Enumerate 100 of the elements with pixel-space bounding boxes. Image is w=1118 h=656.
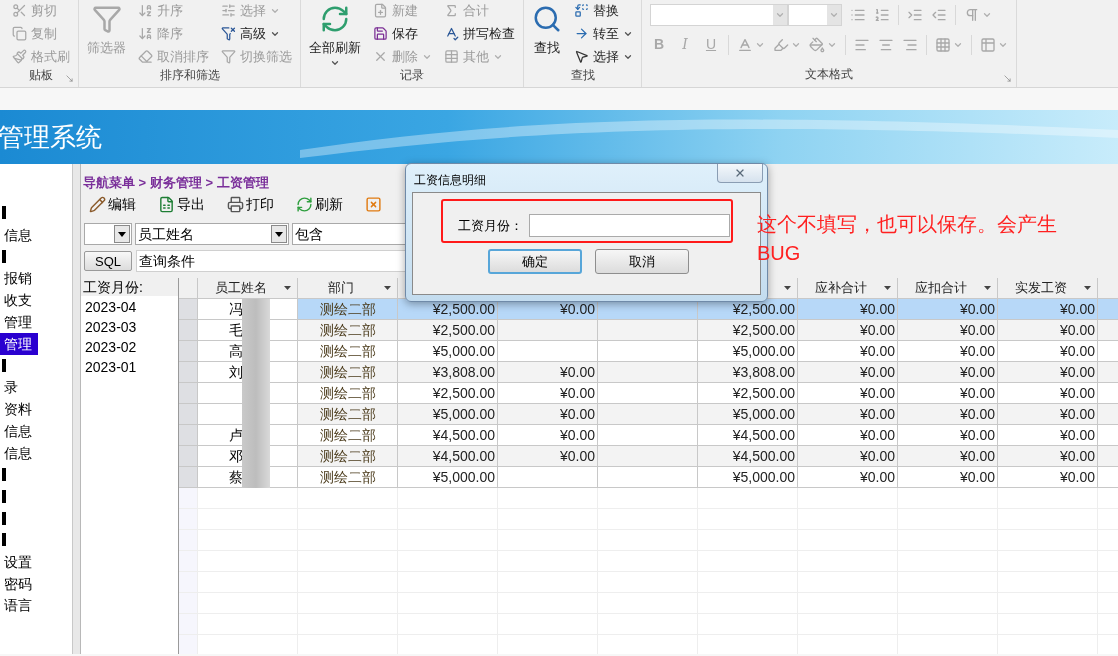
format-tool-icon[interactable] bbox=[980, 36, 996, 53]
toolbar-button[interactable]: 导出 bbox=[158, 194, 205, 215]
row-header[interactable] bbox=[179, 362, 198, 382]
sidebar-item[interactable]: 资料 bbox=[0, 398, 38, 420]
sidebar-item[interactable]: 收支 bbox=[0, 289, 38, 311]
dialog-launcher-icon[interactable] bbox=[1003, 74, 1012, 83]
dropdown-arrow-icon bbox=[118, 231, 126, 237]
sidebar-item[interactable]: 密码 bbox=[0, 572, 38, 595]
ribbon-button[interactable]: 拼写检查 bbox=[444, 23, 515, 44]
ribbon-button-icon bbox=[444, 26, 459, 41]
table-cell: 测绘二部 bbox=[298, 383, 398, 403]
toolbar-button[interactable]: 打印 bbox=[227, 194, 274, 215]
table-cell: ¥0.00 bbox=[898, 341, 998, 361]
ribbon-button[interactable]: 替换 bbox=[574, 0, 633, 21]
row-header[interactable] bbox=[179, 320, 198, 340]
ribbon-button[interactable]: 选择 bbox=[574, 46, 633, 67]
sidebar-item[interactable]: 管理 bbox=[0, 332, 38, 355]
ribbon-large-button[interactable]: 查找 bbox=[532, 0, 562, 58]
table-row[interactable]: 毛 测绘二部 ¥2,500.00 ¥2,500.00 ¥0.00 ¥0.00 ¥0.00 bbox=[179, 320, 1118, 341]
sidebar-item[interactable]: 语言 bbox=[0, 594, 38, 617]
month-item[interactable]: 2023-02 bbox=[85, 337, 178, 357]
format-tool-icon[interactable] bbox=[737, 36, 753, 53]
close-button[interactable] bbox=[717, 164, 763, 183]
table-cell: ¥3,808.00 bbox=[398, 362, 498, 382]
row-header[interactable] bbox=[179, 341, 198, 361]
ribbon-button-icon bbox=[574, 3, 589, 18]
table-row[interactable]: 测绘二部 ¥5,000.00 ¥0.00 ¥5,000.00 ¥0.00 ¥0.00 ¥0.00 bbox=[179, 404, 1118, 425]
table-cell: ¥4,500.00 bbox=[398, 425, 498, 445]
ribbon-group-label: 贴板 bbox=[29, 67, 53, 84]
table-cell: ¥0.00 bbox=[798, 299, 898, 319]
ribbon-large-button[interactable]: 全部刷新 bbox=[309, 0, 361, 68]
format-tool-icon[interactable] bbox=[809, 36, 825, 53]
toolbar-icon bbox=[296, 196, 313, 213]
column-header[interactable]: 应扣合计 bbox=[898, 278, 998, 298]
ribbon-button-icon bbox=[12, 26, 27, 41]
toolbar-button[interactable] bbox=[365, 196, 382, 213]
sidebar-item[interactable]: 信息 bbox=[0, 441, 38, 464]
table-cell: ¥0.00 bbox=[798, 341, 898, 361]
row-header[interactable] bbox=[179, 404, 198, 424]
font-select[interactable] bbox=[650, 4, 788, 26]
sql-button[interactable]: SQL bbox=[84, 251, 132, 271]
table-cell: ¥4,500.00 bbox=[698, 425, 798, 445]
month-item[interactable]: 2023-03 bbox=[85, 317, 178, 337]
table-cell: ¥3,808.00 bbox=[698, 362, 798, 382]
table-row[interactable]: 测绘二部 ¥2,500.00 ¥0.00 ¥2,500.00 ¥0.00 ¥0.00 ¥0.00 bbox=[179, 383, 1118, 404]
column-header[interactable]: 实发工资 bbox=[998, 278, 1098, 298]
clipped-glyph-icon bbox=[2, 533, 6, 547]
close-icon bbox=[365, 196, 382, 213]
dialog-button[interactable]: 确定 bbox=[488, 249, 582, 274]
table-cell: ¥0.00 bbox=[498, 425, 598, 445]
row-header[interactable] bbox=[179, 425, 198, 445]
filter-arrow-icon bbox=[784, 286, 791, 290]
format-tool-icon[interactable] bbox=[935, 36, 951, 53]
format-tool-icon[interactable] bbox=[907, 7, 923, 23]
column-header[interactable]: 部门 bbox=[298, 278, 398, 298]
table-cell: ¥0.00 bbox=[498, 383, 598, 403]
sidebar-item[interactable]: 报销 bbox=[0, 267, 38, 290]
toolbar-button[interactable]: 刷新 bbox=[296, 194, 343, 215]
sidebar-item[interactable]: 信息 bbox=[0, 223, 38, 246]
toolbar-icon bbox=[89, 196, 106, 213]
sidebar-item[interactable]: 信息 bbox=[0, 419, 38, 442]
row-header[interactable] bbox=[179, 383, 198, 403]
row-header[interactable] bbox=[179, 299, 198, 319]
month-item[interactable]: 2023-04 bbox=[85, 297, 178, 317]
table-cell: 测绘二部 bbox=[298, 362, 398, 382]
format-tool-icon[interactable] bbox=[964, 7, 980, 23]
sidebar-item[interactable]: 管理 bbox=[0, 311, 38, 333]
column-header[interactable]: 员工姓名 bbox=[198, 278, 298, 298]
toolbar-button[interactable]: 编辑 bbox=[89, 194, 136, 215]
table-row[interactable]: 邓 测绘二部 ¥4,500.00 ¥0.00 ¥4,500.00 ¥0.00 ¥0.00 ¥0.00 bbox=[179, 446, 1118, 467]
column-header[interactable]: 应补合计 bbox=[798, 278, 898, 298]
table-cell: ¥0.00 bbox=[498, 362, 598, 382]
table-row[interactable]: 卢 测绘二部 ¥4,500.00 ¥0.00 ¥4,500.00 ¥0.00 ¥0.00 ¥0.00 bbox=[179, 425, 1118, 446]
format-tool-icon[interactable] bbox=[850, 7, 866, 23]
ribbon-button[interactable]: 高级 bbox=[221, 23, 292, 44]
format-tool-icon[interactable] bbox=[773, 36, 789, 53]
table-row[interactable]: 蔡 测绘二部 ¥5,000.00 ¥5,000.00 ¥0.00 ¥0.00 ¥0.00 bbox=[179, 467, 1118, 488]
operator-select[interactable] bbox=[84, 223, 132, 245]
row-header[interactable] bbox=[179, 467, 198, 487]
month-input[interactable] bbox=[528, 214, 730, 237]
sidebar-item[interactable]: 录 bbox=[0, 376, 38, 399]
ribbon-button[interactable]: 转至 bbox=[574, 23, 633, 44]
table-row[interactable]: 高 测绘二部 ¥5,000.00 ¥5,000.00 ¥0.00 ¥0.00 ¥0.00 bbox=[179, 341, 1118, 362]
dialog-launcher-icon[interactable] bbox=[65, 74, 74, 83]
sidebar-item[interactable]: 设置 bbox=[0, 550, 38, 573]
table-row[interactable]: 冯 测绘二部 ¥2,500.00 ¥0.00 ¥2,500.00 ¥0.00 ¥0.00 ¥0.00 bbox=[179, 299, 1118, 320]
format-tool-icon[interactable] bbox=[931, 7, 947, 23]
month-item[interactable]: 2023-01 bbox=[85, 357, 178, 377]
field-select[interactable]: 员工姓名 bbox=[135, 223, 289, 245]
table-cell: 测绘二部 bbox=[298, 404, 398, 424]
table-row[interactable]: 刘 测绘二部 ¥3,808.00 ¥0.00 ¥3,808.00 ¥0.00 ¥0.00 ¥0.00 bbox=[179, 362, 1118, 383]
format-tool-icon[interactable] bbox=[874, 7, 890, 23]
table-cell: ¥4,500.00 bbox=[398, 446, 498, 466]
font-size-select[interactable] bbox=[788, 4, 842, 26]
dialog-button[interactable]: 取消 bbox=[595, 249, 689, 274]
ribbon-button[interactable]: 保存 bbox=[373, 23, 432, 44]
row-header[interactable] bbox=[179, 446, 198, 466]
breadcrumb: 导航菜单 > 财务管理 > 工资管理 bbox=[83, 176, 269, 190]
table-cell: 测绘二部 bbox=[298, 320, 398, 340]
filter-arrow-icon bbox=[1084, 286, 1091, 290]
